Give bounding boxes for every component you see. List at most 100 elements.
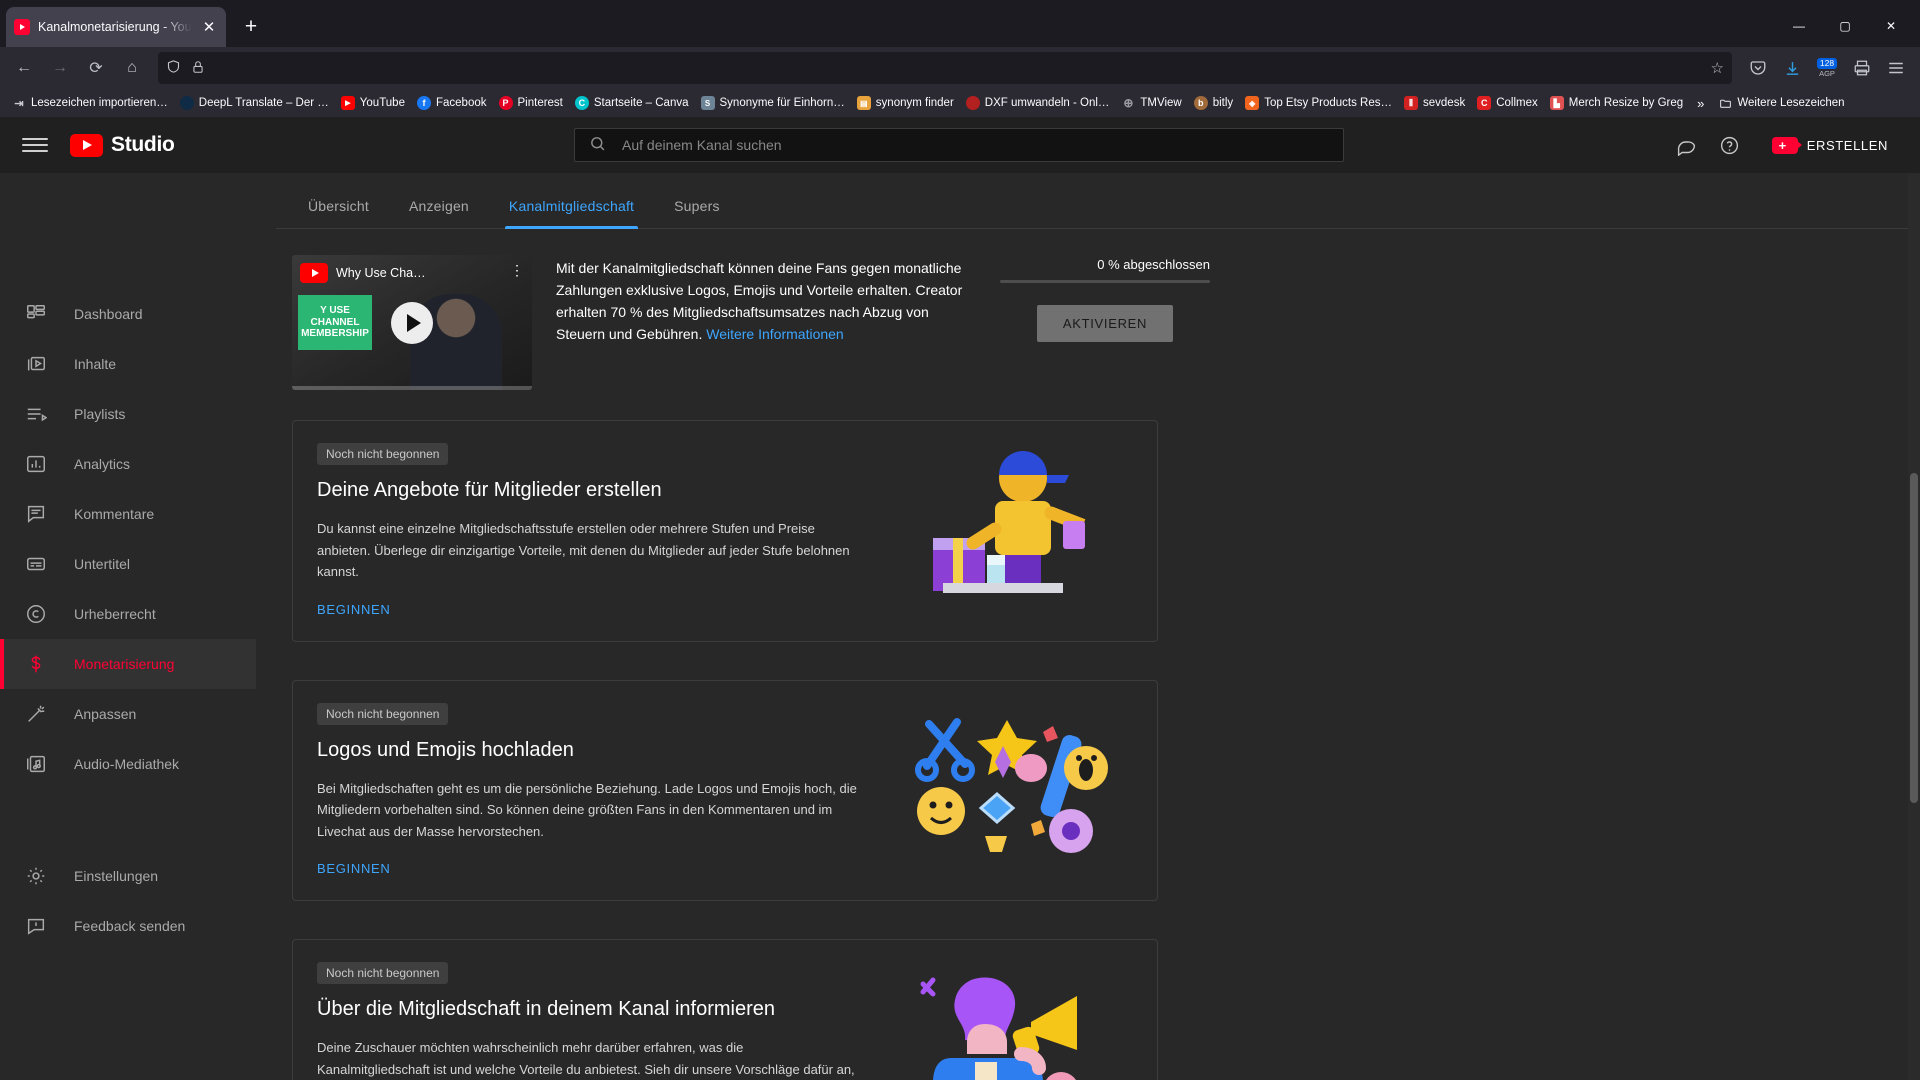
tab-kanalmitgliedschaft[interactable]: Kanalmitgliedschaft bbox=[489, 198, 654, 229]
chart-icon: ⦀ bbox=[1404, 96, 1419, 110]
bookmark-label: YouTube bbox=[359, 97, 405, 109]
minimize-button[interactable]: — bbox=[1776, 9, 1822, 43]
sidebar-item-dashboard[interactable]: Dashboard bbox=[0, 289, 256, 339]
bookmark-item[interactable]: ▤ synonym finder bbox=[851, 93, 960, 113]
book-icon: ▤ bbox=[856, 96, 871, 110]
card-description: Du kannst eine einzelne Mitgliedschaftss… bbox=[317, 521, 850, 580]
youtube-icon bbox=[70, 133, 103, 157]
bookmark-item[interactable]: ⦀ sevdesk bbox=[1398, 93, 1471, 113]
globe-icon: ⊕ bbox=[1123, 96, 1134, 110]
forward-icon[interactable]: → bbox=[44, 52, 76, 84]
close-window-button[interactable]: ✕ bbox=[1868, 9, 1914, 43]
card-cta-button[interactable]: BEGINNEN bbox=[317, 602, 391, 617]
bookmark-item[interactable]: ◈ Top Etsy Products Res… bbox=[1239, 93, 1398, 113]
setup-step-card: Noch nicht begonnen Logos und Emojis hoch… bbox=[292, 679, 1158, 902]
bookmark-item[interactable]: DXF umwandeln - Onl… bbox=[960, 93, 1116, 113]
sidebar-item-inhalte[interactable]: Inhalte bbox=[0, 339, 256, 389]
bookmark-item[interactable]: b bitly bbox=[1188, 93, 1239, 113]
print-icon[interactable] bbox=[1846, 52, 1878, 84]
video-progress-bar[interactable] bbox=[292, 386, 532, 390]
deepl-icon bbox=[179, 96, 194, 110]
downloads-icon[interactable] bbox=[1776, 52, 1808, 84]
sidebar-item-label: Inhalte bbox=[74, 356, 117, 372]
bookmark-item[interactable]: S Synonyme für Einhorn… bbox=[695, 93, 851, 113]
play-icon[interactable] bbox=[391, 301, 433, 344]
sidebar-item-audio-mediathek[interactable]: Audio-Mediathek bbox=[0, 739, 256, 789]
sidebar-item-feedback-senden[interactable]: Feedback senden bbox=[0, 901, 256, 951]
monetization-tabs: Übersicht Anzeigen Kanalmitgliedschaft Supe… bbox=[276, 173, 1920, 229]
card-cta-button[interactable]: BEGINNEN bbox=[317, 861, 391, 876]
feedback-icon[interactable] bbox=[1676, 135, 1697, 156]
sidebar-item-urheberrecht[interactable]: Urheberrecht bbox=[0, 589, 256, 639]
bookmark-item[interactable]: ▶ YouTube bbox=[335, 93, 411, 113]
facebook-icon: f bbox=[416, 96, 431, 110]
sidebar-item-label: Kommentare bbox=[74, 506, 155, 522]
sidebar-item-label: Untertitel bbox=[74, 556, 131, 572]
account-avatar[interactable]: 128 AGP bbox=[1810, 57, 1844, 78]
scrollbar-thumb[interactable] bbox=[1910, 473, 1918, 803]
bookmark-item[interactable]: ⊕ TMView bbox=[1115, 93, 1187, 113]
bookmark-item[interactable]: C Startseite – Canva bbox=[569, 93, 695, 113]
sidebar-item-untertitel[interactable]: Untertitel bbox=[0, 539, 256, 589]
hamburger-menu-icon[interactable] bbox=[1880, 52, 1912, 84]
bookmark-label: sevdesk bbox=[1423, 97, 1466, 109]
bookmark-item[interactable]: DeepL Translate – Der … bbox=[174, 93, 335, 113]
tab-supers[interactable]: Supers bbox=[654, 198, 740, 228]
sidebar-item-playlists[interactable]: Playlists bbox=[0, 389, 256, 439]
back-icon[interactable]: ← bbox=[8, 52, 40, 84]
bookmarks-overflow-icon[interactable]: » bbox=[1689, 96, 1712, 111]
studio-body: Dashboard Inhalte Playlists Analytics Kommen… bbox=[0, 173, 1920, 1080]
video-overlay-text: Y USE CHANNEL MEMBERSHIP bbox=[298, 295, 372, 350]
maximize-button[interactable]: ▢ bbox=[1822, 9, 1868, 43]
browser-tab[interactable]: Kanalmonetarisierung - YouTub ✕ bbox=[6, 7, 226, 47]
lock-icon[interactable] bbox=[191, 60, 205, 77]
bookmark-item[interactable]: ⇥ Lesezeichen importieren… bbox=[6, 93, 174, 113]
activate-button[interactable]: AKTIVIEREN bbox=[1036, 305, 1174, 342]
playlist-icon bbox=[24, 402, 48, 426]
bookmark-item[interactable]: f Facebook bbox=[411, 93, 493, 113]
sidebar-item-anpassen[interactable]: Anpassen bbox=[0, 689, 256, 739]
sidebar-item-monetarisierung[interactable]: Monetarisierung bbox=[0, 639, 256, 689]
reload-icon[interactable]: ⟳ bbox=[80, 52, 112, 84]
hamburger-menu-icon[interactable] bbox=[22, 138, 48, 152]
account-badge-count: 128 bbox=[1816, 57, 1838, 70]
tab--bersicht[interactable]: Übersicht bbox=[288, 198, 389, 228]
create-button-label: ERSTELLEN bbox=[1806, 137, 1888, 153]
bookmark-label: Facebook bbox=[435, 97, 487, 109]
dashboard-icon bbox=[24, 302, 48, 326]
channel-search-box[interactable] bbox=[574, 128, 1344, 162]
star-icon[interactable]: ☆ bbox=[1711, 59, 1724, 77]
card-description: Deine Zuschauer möchten wahrscheinlich m… bbox=[317, 1040, 855, 1078]
sidebar-item-einstellungen[interactable]: Einstellungen bbox=[0, 851, 256, 901]
create-button[interactable]: ERSTELLEN bbox=[1762, 129, 1898, 162]
sidebar-item-kommentare[interactable]: Kommentare bbox=[0, 489, 256, 539]
url-bar[interactable]: ☆ bbox=[158, 52, 1732, 84]
folder-icon bbox=[1718, 96, 1732, 110]
intro-video-thumbnail[interactable]: Why Use Cha… ⋮ Y USE CHANNEL MEMBERSHIP bbox=[292, 255, 532, 390]
home-icon[interactable]: ⌂ bbox=[116, 52, 148, 84]
card-content: Noch nicht begonnen Deine Angebote für Mi… bbox=[317, 443, 857, 619]
status-badge: Noch nicht begonnen bbox=[317, 702, 449, 725]
bookmark-item[interactable]: C Collmex bbox=[1471, 93, 1544, 113]
studio-logo[interactable]: Studio bbox=[70, 133, 175, 157]
learn-more-link[interactable]: Weitere Informationen bbox=[706, 326, 843, 342]
tab-anzeigen[interactable]: Anzeigen bbox=[389, 198, 489, 228]
card-content: Noch nicht begonnen Über die Mitgliedscha… bbox=[317, 962, 857, 1080]
bookmark-more-folder[interactable]: Weitere Lesezeichen bbox=[1712, 93, 1850, 113]
help-icon[interactable] bbox=[1719, 135, 1740, 156]
browser-chrome: Kanalmonetarisierung - YouTub ✕ + — ▢ ✕ … bbox=[0, 0, 1920, 117]
bookmark-item[interactable]: ▙ Merch Resize by Greg bbox=[1544, 93, 1689, 113]
more-vertical-icon[interactable]: ⋮ bbox=[510, 263, 524, 278]
search-input[interactable] bbox=[622, 137, 1329, 153]
sidebar-item-analytics[interactable]: Analytics bbox=[0, 439, 256, 489]
page-scrollbar[interactable] bbox=[1908, 173, 1920, 1080]
new-tab-button[interactable]: + bbox=[234, 10, 268, 44]
shield-icon[interactable] bbox=[166, 59, 181, 77]
bookmarks-bar: ⇥ Lesezeichen importieren… DeepL Translate… bbox=[0, 89, 1920, 117]
import-icon: ⇥ bbox=[14, 97, 24, 110]
close-icon[interactable]: ✕ bbox=[200, 20, 218, 35]
sidebar-item-label: Anpassen bbox=[74, 706, 137, 722]
bookmark-item[interactable]: P Pinterest bbox=[493, 93, 569, 113]
pocket-icon[interactable] bbox=[1742, 52, 1774, 84]
video-header: Why Use Cha… ⋮ bbox=[300, 263, 524, 283]
